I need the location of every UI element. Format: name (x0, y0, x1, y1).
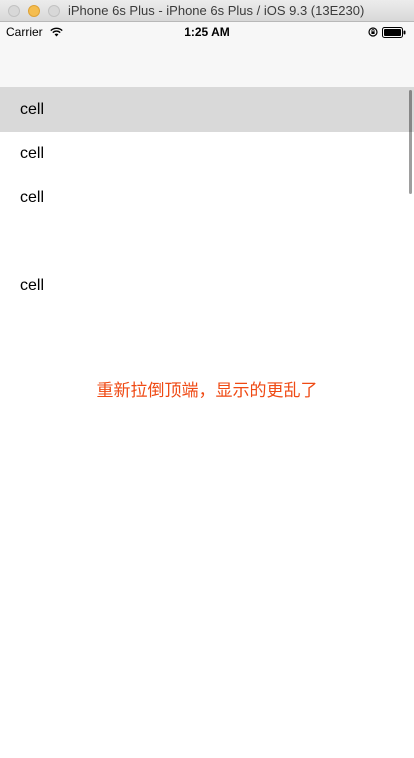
cell-label: cell (20, 145, 45, 162)
table-view[interactable]: cell cell cell cell (0, 88, 414, 758)
window-titlebar[interactable]: iPhone 6s Plus - iPhone 6s Plus / iOS 9.… (0, 0, 414, 22)
status-time: 1:25 AM (184, 25, 230, 39)
cell-label: cell (20, 189, 45, 206)
cell-label: cell (20, 277, 45, 294)
zoom-icon[interactable] (48, 5, 60, 17)
battery-icon (382, 27, 406, 38)
table-row-empty[interactable] (0, 220, 414, 264)
table-row[interactable]: cell (0, 88, 414, 132)
close-icon[interactable] (8, 5, 20, 17)
annotation-text: 重新拉倒顶端，显示的更乱了 (96, 381, 318, 401)
cell-label: cell (20, 101, 45, 118)
table-row[interactable]: cell (0, 264, 414, 308)
simulator-window: iPhone 6s Plus - iPhone 6s Plus / iOS 9.… (0, 0, 414, 758)
scroll-indicator[interactable] (409, 90, 412, 194)
rotation-lock-icon (368, 27, 378, 37)
ios-status-bar: Carrier 1:25 AM (0, 22, 414, 42)
table-row[interactable]: cell (0, 132, 414, 176)
navigation-bar (0, 42, 414, 88)
window-title: iPhone 6s Plus - iPhone 6s Plus / iOS 9.… (68, 3, 365, 18)
table-row[interactable]: cell (0, 176, 414, 220)
minimize-icon[interactable] (28, 5, 40, 17)
